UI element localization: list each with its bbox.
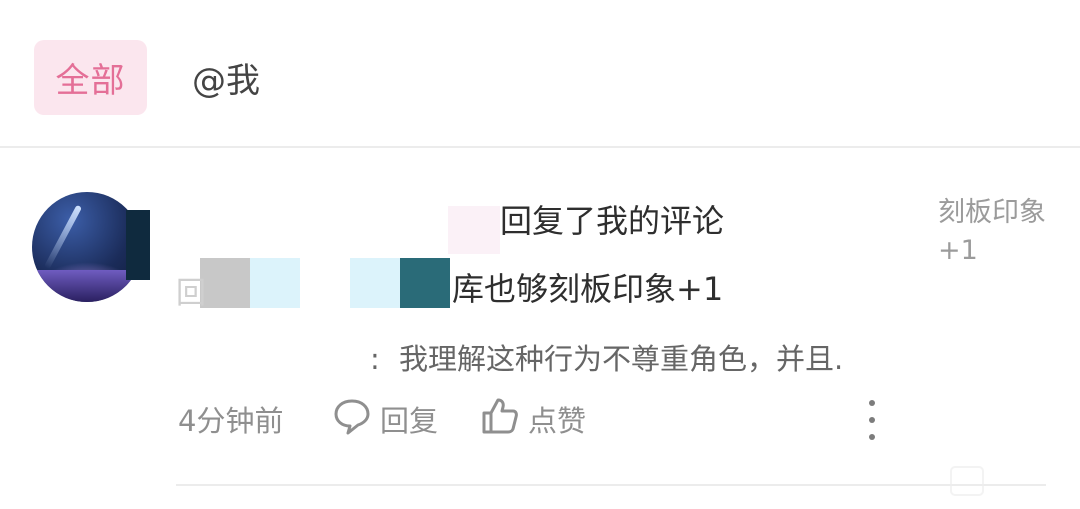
tab-all[interactable]: 全部 (34, 40, 147, 115)
avatar-art (43, 204, 83, 270)
vertical-ellipsis-icon (869, 400, 875, 406)
tabs-divider (0, 146, 1080, 148)
redacted-username (448, 206, 500, 254)
tab-mentions-label: @我 (192, 61, 260, 101)
speech-bubble-icon (332, 396, 372, 443)
quote-prefix: : (370, 342, 380, 376)
redacted-block (200, 258, 250, 308)
avatar-redaction (126, 210, 150, 280)
quoted-comment[interactable]: : 我理解这种行为不尊重角色，并且. (370, 336, 843, 378)
vertical-ellipsis-icon-dot (869, 434, 875, 440)
reply-prefix: 回 (176, 276, 206, 311)
reply-label: 回复 (380, 404, 439, 438)
side-preview[interactable]: 刻板印象+1 (938, 194, 1058, 270)
tab-mentions[interactable]: @我 (192, 40, 260, 115)
item-divider (176, 484, 1046, 486)
quote-text: 我理解这种行为不尊重角色，并且. (399, 342, 844, 376)
redacted-block (400, 258, 450, 308)
watermark-icon (950, 466, 984, 496)
tab-all-label: 全部 (55, 61, 126, 101)
notification-title[interactable]: 回复了我的评论 (500, 196, 724, 242)
like-button[interactable]: 点赞 (480, 395, 586, 443)
more-options-button[interactable] (862, 400, 882, 440)
reply-content[interactable]: 库也够刻板印象+1 (452, 264, 723, 310)
timestamp: 4分钟前 (178, 404, 284, 438)
like-label: 点赞 (528, 404, 587, 438)
notifications-page: 全部 @我 回复了我的评论 回 库也够刻板印象+1 : 我理解这种行为不尊重角色… (0, 0, 1080, 509)
redacted-block (250, 258, 300, 308)
redacted-block (350, 258, 400, 308)
vertical-ellipsis-icon-dot (869, 417, 875, 423)
thumbs-up-icon (480, 396, 520, 443)
reply-button[interactable]: 回复 (332, 395, 438, 443)
